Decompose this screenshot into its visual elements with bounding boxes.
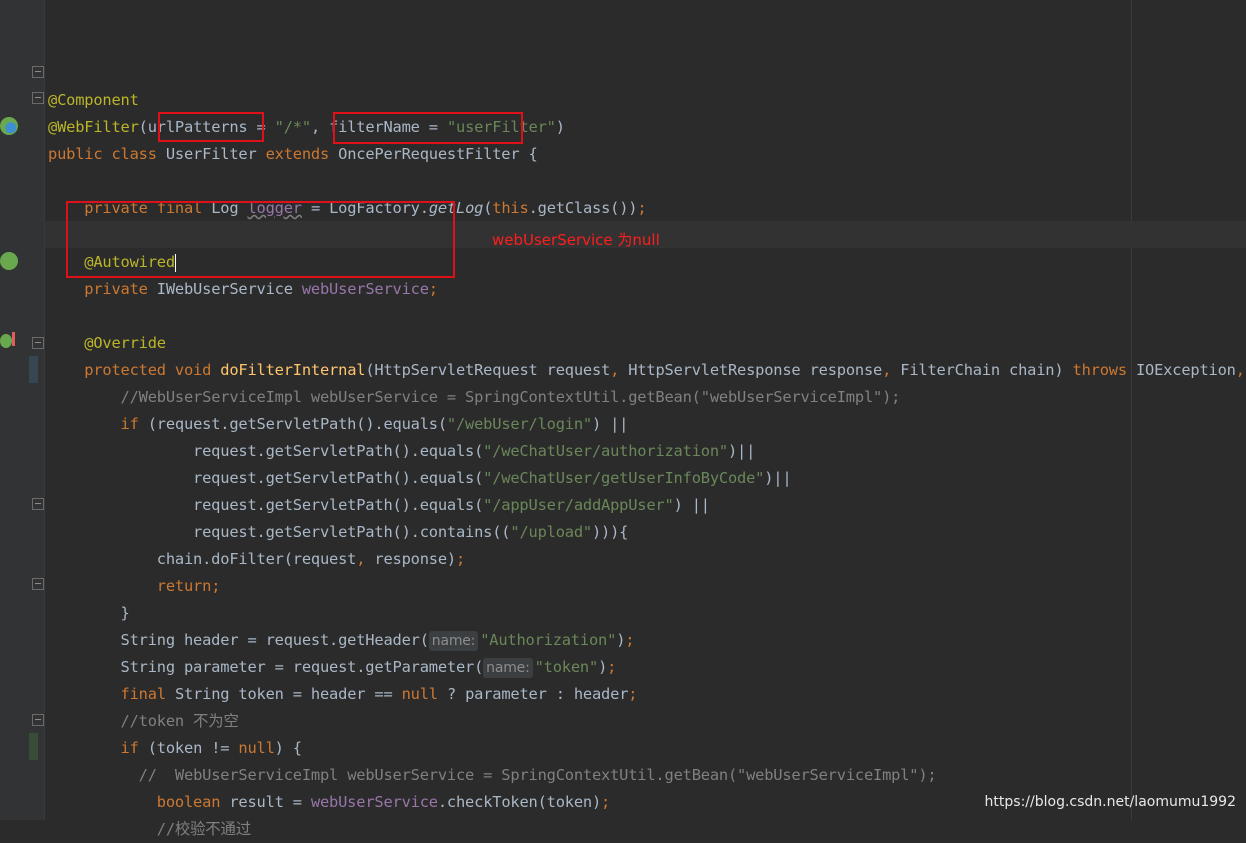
code-line: request.getServletPath().equals("/weChat…: [48, 469, 792, 487]
code-line: String parameter = request.getParameter(…: [48, 658, 617, 678]
code-area[interactable]: @Component @WebFilter(urlPatterns = "/*"…: [48, 60, 1245, 843]
code-line: request.getServletPath().equals("/weChat…: [48, 442, 756, 460]
code-line: public class UserFilter extends OncePerR…: [48, 145, 538, 163]
code-line: //WebUserServiceImpl webUserService = Sp…: [120, 388, 901, 406]
highlight-box-onceperrequestfilter: [333, 112, 523, 144]
annotation-note: webUserService 为null: [492, 231, 660, 249]
code-line: chain.doFilter(request, response);: [48, 550, 466, 568]
fold-icon[interactable]: [32, 498, 44, 510]
fold-icon[interactable]: [32, 337, 44, 349]
code-line: }: [48, 604, 130, 622]
fold-icon[interactable]: [32, 714, 44, 726]
code-line: private IWebUserService webUserService;: [84, 280, 438, 298]
watermark: https://blog.csdn.net/laomumu1992: [984, 794, 1236, 810]
parameter-hint: name:: [428, 631, 479, 651]
fold-icon[interactable]: [32, 66, 44, 78]
fold-icon[interactable]: [32, 92, 44, 104]
code-line: //校验不通过: [156, 820, 251, 838]
code-line: String header = request.getHeader(name: "…: [48, 631, 635, 651]
spring-bean-icon[interactable]: [0, 117, 18, 135]
code-line: return;: [156, 577, 221, 595]
vcs-modified-marker[interactable]: [29, 356, 38, 383]
parameter-hint: name:: [483, 658, 533, 678]
code-line: if (request.getServletPath().equals("/we…: [120, 415, 629, 433]
gutter-separator: [44, 0, 45, 820]
code-line: protected void doFilterInternal(HttpServ…: [84, 361, 1245, 379]
code-line: @Component: [48, 91, 139, 109]
override-arrow-icon: [12, 332, 15, 346]
code-line: final String token = header == null ? pa…: [120, 685, 638, 703]
code-line: request.getServletPath().equals("/appUse…: [48, 496, 710, 514]
highlight-box-autowired-field: [66, 201, 455, 278]
fold-icon[interactable]: [32, 578, 44, 590]
code-line: // WebUserServiceImpl webUserService = S…: [138, 766, 937, 784]
highlight-box-userfilter: [158, 112, 264, 142]
vcs-added-marker[interactable]: [29, 733, 38, 760]
code-line: //token 不为空: [120, 712, 239, 730]
code-line: request.getServletPath().contains(("/upl…: [48, 523, 629, 541]
autowired-navigate-icon[interactable]: [0, 252, 18, 270]
code-line: @Override: [84, 334, 166, 352]
code-line: if (token != null) {: [120, 739, 303, 757]
override-method-icon[interactable]: [0, 334, 12, 348]
